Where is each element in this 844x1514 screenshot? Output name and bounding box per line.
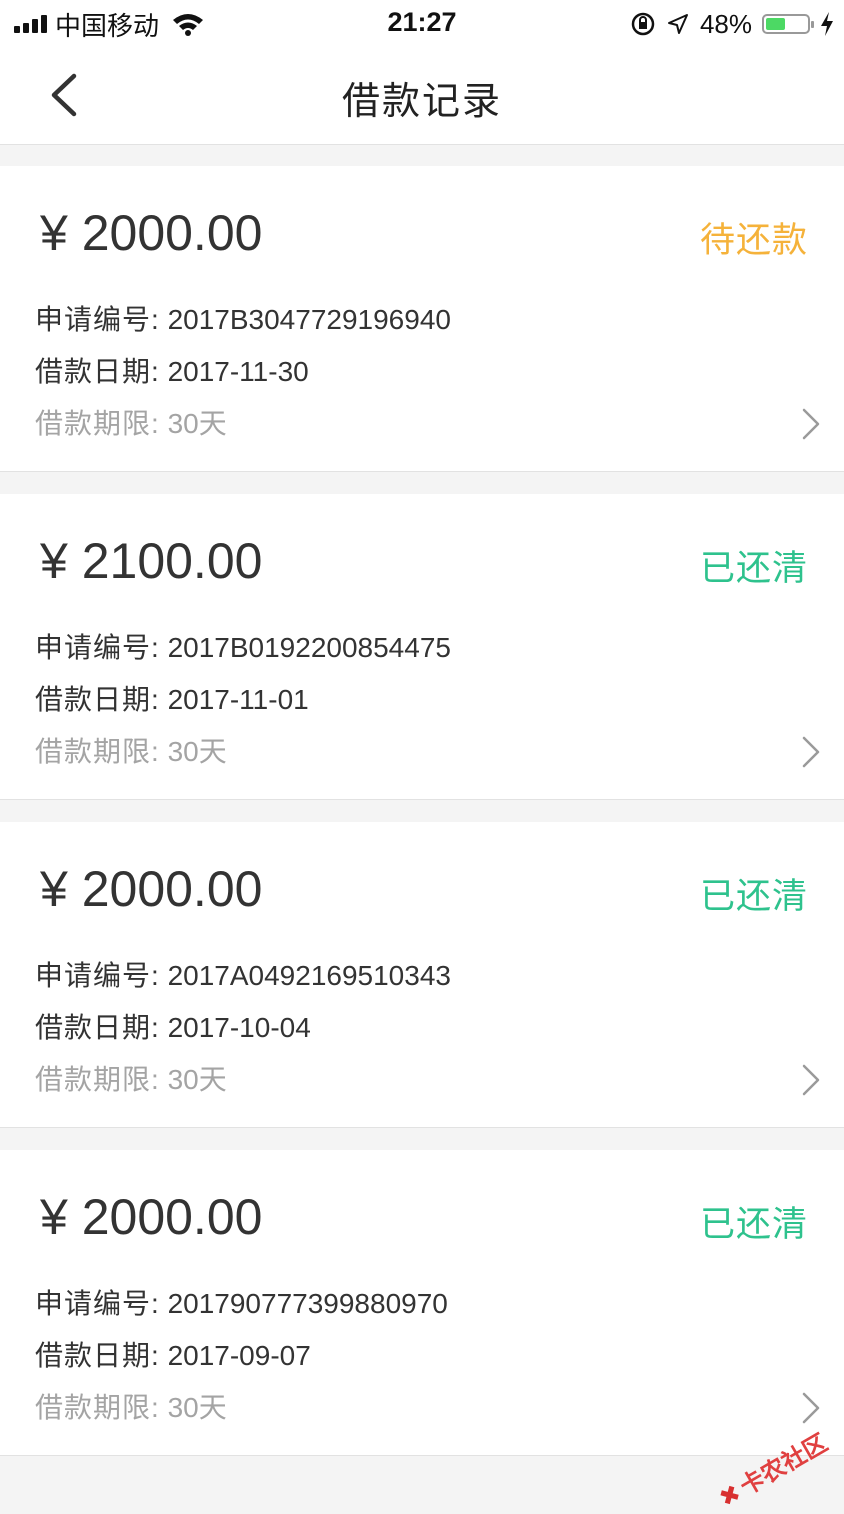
loan-term-row: 借款期限: 30天 — [35, 402, 227, 442]
application-number-label: 申请编号: — [35, 304, 160, 335]
application-number-row: 申请编号: 201790777399880970 — [35, 1282, 448, 1322]
repayment-status: 已还清 — [699, 549, 808, 588]
loan-term-label: 借款期限: — [35, 408, 160, 439]
loan-record-card[interactable]: ¥ 2000.00 已还清 申请编号: 2017A0492169510343 借… — [0, 822, 844, 1128]
loan-term-row: 借款期限: 30天 — [35, 1386, 227, 1426]
loan-date-row: 借款日期: 2017-10-04 — [35, 1006, 311, 1046]
loan-amount: ¥ 2000.00 — [40, 1189, 263, 1245]
loan-date-row: 借款日期: 2017-11-01 — [35, 678, 309, 718]
loan-date-row: 借款日期: 2017-11-30 — [35, 350, 309, 390]
loan-record-card[interactable]: ¥ 2000.00 已还清 申请编号: 201790777399880970 借… — [0, 1150, 844, 1456]
loan-record-card[interactable]: ¥ 2000.00 待还款 申请编号: 2017B3047729196940 借… — [0, 166, 844, 472]
repayment-status: 已还清 — [699, 1205, 808, 1244]
loan-date-value: 2017-10-04 — [167, 1012, 311, 1043]
loan-date-value: 2017-09-07 — [167, 1340, 311, 1371]
application-number-row: 申请编号: 2017B3047729196940 — [35, 298, 451, 338]
loan-term-row: 借款期限: 30天 — [35, 1058, 227, 1098]
loan-term-value: 30天 — [167, 1392, 227, 1423]
loan-term-label: 借款期限: — [35, 736, 160, 767]
loan-term-value: 30天 — [167, 408, 227, 439]
location-icon — [667, 14, 688, 34]
loan-amount: ¥ 2100.00 — [40, 533, 263, 589]
loan-amount: ¥ 2000.00 — [40, 205, 263, 261]
chevron-right-icon — [802, 408, 820, 440]
application-number-value: 2017A0492169510343 — [167, 960, 451, 991]
loan-term-label: 借款期限: — [35, 1392, 160, 1423]
loan-amount: ¥ 2000.00 — [40, 861, 263, 917]
loan-term-value: 30天 — [167, 1064, 227, 1095]
page-title: 借款记录 — [341, 81, 502, 123]
loan-term-value: 30天 — [167, 736, 227, 767]
loan-date-label: 借款日期: — [35, 1012, 160, 1043]
loan-date-label: 借款日期: — [35, 684, 160, 715]
loan-term-row: 借款期限: 30天 — [35, 730, 227, 770]
battery-icon — [762, 14, 814, 34]
orientation-lock-icon — [631, 12, 655, 36]
application-number-label: 申请编号: — [35, 960, 160, 991]
loan-term-label: 借款期限: — [35, 1064, 160, 1095]
application-number-value: 2017B0192200854475 — [167, 632, 451, 663]
loan-date-label: 借款日期: — [35, 1340, 160, 1371]
charging-bolt-icon — [821, 12, 833, 36]
chevron-right-icon — [802, 1392, 820, 1424]
application-number-value: 2017B3047729196940 — [167, 304, 451, 335]
loan-date-value: 2017-11-30 — [167, 356, 309, 387]
status-bar: 中国移动 21:27 48% — [0, 0, 844, 48]
application-number-row: 申请编号: 2017B0192200854475 — [35, 626, 451, 666]
battery-percentage: 48% — [699, 8, 752, 39]
repayment-status: 待还款 — [699, 221, 808, 260]
loan-date-value: 2017-11-01 — [167, 684, 309, 715]
navigation-bar: 借款记录 — [0, 48, 844, 145]
repayment-status: 已还清 — [699, 877, 808, 916]
application-number-label: 申请编号: — [35, 1288, 160, 1319]
application-number-value: 201790777399880970 — [167, 1288, 448, 1319]
application-number-row: 申请编号: 2017A0492169510343 — [35, 954, 451, 994]
loan-record-card[interactable]: ¥ 2100.00 已还清 申请编号: 2017B0192200854475 借… — [0, 494, 844, 800]
application-number-label: 申请编号: — [35, 632, 160, 663]
chevron-right-icon — [802, 736, 820, 768]
loan-date-row: 借款日期: 2017-09-07 — [35, 1334, 311, 1374]
loan-date-label: 借款日期: — [35, 356, 160, 387]
chevron-right-icon — [802, 1064, 820, 1096]
